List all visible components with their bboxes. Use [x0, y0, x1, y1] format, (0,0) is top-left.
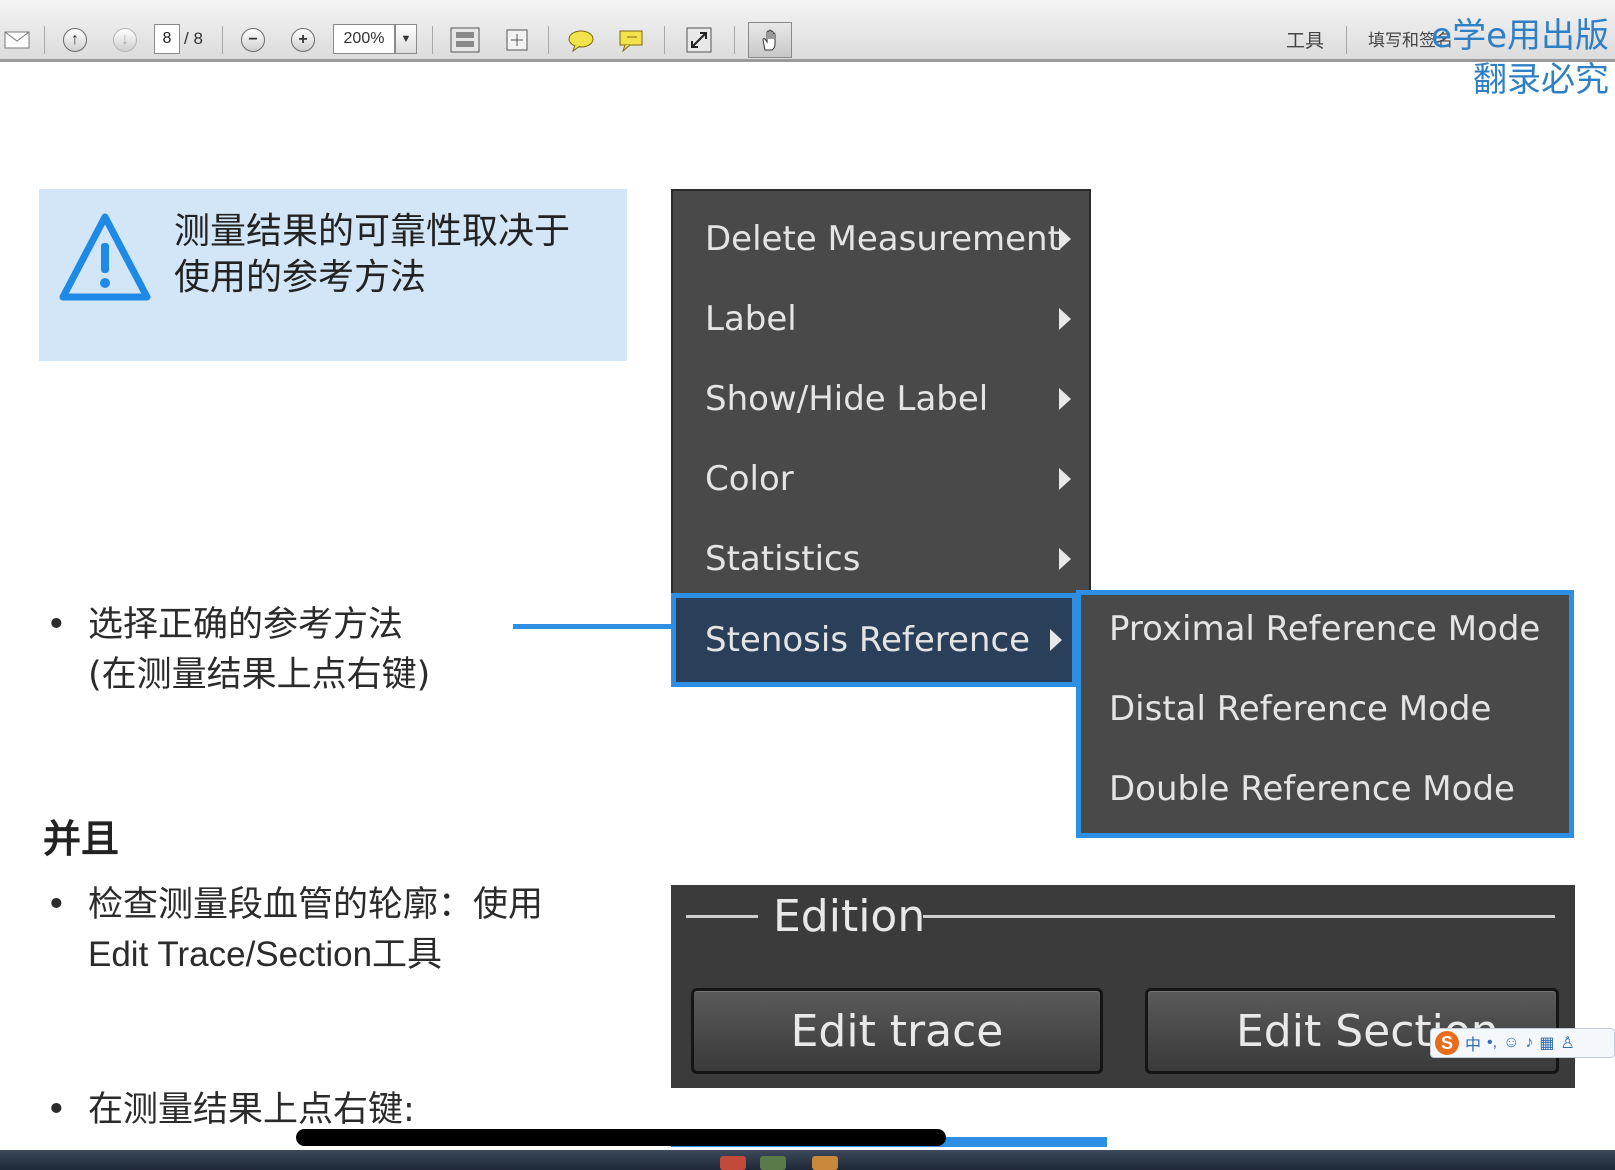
menu-item-label[interactable]: Label — [673, 279, 1089, 359]
menu-item-label: Statistics — [705, 539, 861, 579]
bullet-text-line-1: 检查测量段血管的轮廓：使用 — [88, 885, 544, 925]
page-total: / 8 — [184, 29, 203, 48]
context-menu: Delete Measurement Label Show/Hide Label… — [671, 189, 1091, 687]
horizontal-scrollbar[interactable] — [296, 1129, 946, 1146]
hand-tool-icon[interactable] — [748, 22, 792, 58]
bullet-dot: • — [46, 605, 67, 645]
zoom-level-input[interactable]: 200% — [333, 24, 395, 54]
submenu-item-proximal[interactable]: Proximal Reference Mode — [1109, 609, 1540, 649]
submenu-arrow-icon — [1059, 388, 1071, 410]
page-up-icon[interactable]: ↑ — [58, 20, 92, 60]
warning-triangle-icon — [59, 213, 151, 301]
stenosis-reference-submenu: Proximal Reference Mode Distal Reference… — [1076, 590, 1574, 838]
watermark-line-1: e学e用出版 — [1431, 16, 1609, 56]
menu-item-statistics[interactable]: Statistics — [673, 519, 1089, 599]
microphone-icon[interactable]: ♪ — [1525, 1034, 1533, 1052]
zoom-dropdown-icon[interactable]: ▼ — [395, 24, 417, 54]
sign-icon[interactable] — [614, 20, 648, 60]
bullet-check-contour: • 检查测量段血管的轮廓：使用 Edit Trace/Section工具 — [46, 880, 544, 980]
warning-line-1: 测量结果的可靠性取决于 — [174, 211, 571, 252]
menu-item-label: Delete Measurement — [705, 219, 1061, 259]
ime-toolbar[interactable]: S 中 •, ☺ ♪ ▦ ♙ — [1430, 1028, 1615, 1058]
group-border-line — [686, 915, 758, 918]
pdf-toolbar: ↑ ↓ 8 / 8 − + 200% ▼ 工具 填写和签名 — [0, 0, 1615, 62]
submenu-arrow-icon — [1059, 308, 1071, 330]
menu-item-color[interactable]: Color — [673, 439, 1089, 519]
page-number-input[interactable]: 8 — [154, 24, 180, 54]
bullet-text-line-1: 选择正确的参考方法 — [88, 605, 404, 645]
zoom-out-icon[interactable]: − — [236, 20, 270, 60]
zoom-in-icon[interactable]: + — [286, 20, 320, 60]
keyboard-icon[interactable]: ▦ — [1539, 1033, 1554, 1053]
submenu-arrow-icon — [1050, 629, 1062, 651]
bullet-dot: • — [46, 885, 67, 925]
watermark-line-2: 翻录必究 — [1473, 60, 1609, 100]
edition-title: Edition — [773, 891, 926, 942]
bullet-text-line-2: Edit Trace/Section工具 — [88, 935, 443, 974]
warning-callout: 测量结果的可靠性取决于 使用的参考方法 — [39, 189, 627, 361]
menu-item-label: Color — [705, 459, 794, 499]
taskbar-app-icon[interactable] — [812, 1156, 838, 1170]
bullet-select-method: • 选择正确的参考方法 (在测量结果上点右键) — [46, 600, 431, 700]
toolbar-separator — [44, 26, 45, 54]
menu-item-label: Stenosis Reference — [705, 620, 1031, 660]
and-heading: 并且 — [43, 817, 120, 861]
taskbar-app-icon[interactable] — [760, 1156, 786, 1170]
submenu-arrow-icon — [1059, 468, 1071, 490]
mail-icon[interactable] — [0, 20, 34, 60]
taskbar-app-icon[interactable] — [720, 1156, 746, 1170]
tools-button[interactable]: 工具 — [1286, 26, 1324, 53]
fullscreen-icon[interactable] — [682, 20, 716, 60]
comment-icon[interactable] — [564, 20, 598, 60]
bullet-text-line-1: 在测量结果上点右键: — [88, 1090, 415, 1130]
group-border-line — [923, 915, 1555, 918]
bullet-right-click: • 在测量结果上点右键: — [46, 1085, 415, 1135]
fit-page-icon[interactable] — [448, 20, 482, 60]
page-down-icon[interactable]: ↓ — [108, 20, 142, 60]
menu-item-label: Label — [705, 299, 797, 339]
fit-width-icon[interactable] — [500, 20, 534, 60]
menu-item-stenosis-reference[interactable]: Stenosis Reference — [671, 593, 1077, 687]
callout-connector-line — [513, 624, 673, 629]
warning-line-2: 使用的参考方法 — [174, 257, 427, 298]
submenu-item-double[interactable]: Double Reference Mode — [1109, 769, 1515, 809]
menu-item-show-hide-label[interactable]: Show/Hide Label — [673, 359, 1089, 439]
toolbar-separator — [734, 26, 735, 54]
warning-text: 测量结果的可靠性取决于 使用的参考方法 — [174, 209, 570, 301]
submenu-item-distal[interactable]: Distal Reference Mode — [1109, 689, 1491, 729]
toolbar-separator — [432, 26, 433, 54]
submenu-arrow-icon — [1059, 548, 1071, 570]
emoji-icon[interactable]: ☺ — [1503, 1034, 1519, 1052]
toolbar-separator — [664, 26, 665, 54]
bullet-text-line-2: (在测量结果上点右键) — [88, 655, 431, 695]
taskbar — [0, 1150, 1615, 1170]
toolbar-separator — [548, 26, 549, 54]
user-icon[interactable]: ♙ — [1561, 1033, 1575, 1053]
ime-mode-label[interactable]: 中 — [1465, 1031, 1481, 1055]
toolbar-separator — [222, 26, 223, 54]
menu-item-label: Show/Hide Label — [705, 379, 989, 419]
toolbar-separator — [1346, 26, 1347, 54]
punctuation-icon[interactable]: •, — [1487, 1034, 1497, 1052]
menu-item-delete-measurement[interactable]: Delete Measurement — [673, 199, 1089, 279]
sogou-logo-icon: S — [1435, 1031, 1459, 1055]
submenu-arrow-icon — [1059, 228, 1071, 250]
edit-trace-button[interactable]: Edit trace — [691, 988, 1103, 1074]
bullet-dot: • — [46, 1090, 67, 1130]
